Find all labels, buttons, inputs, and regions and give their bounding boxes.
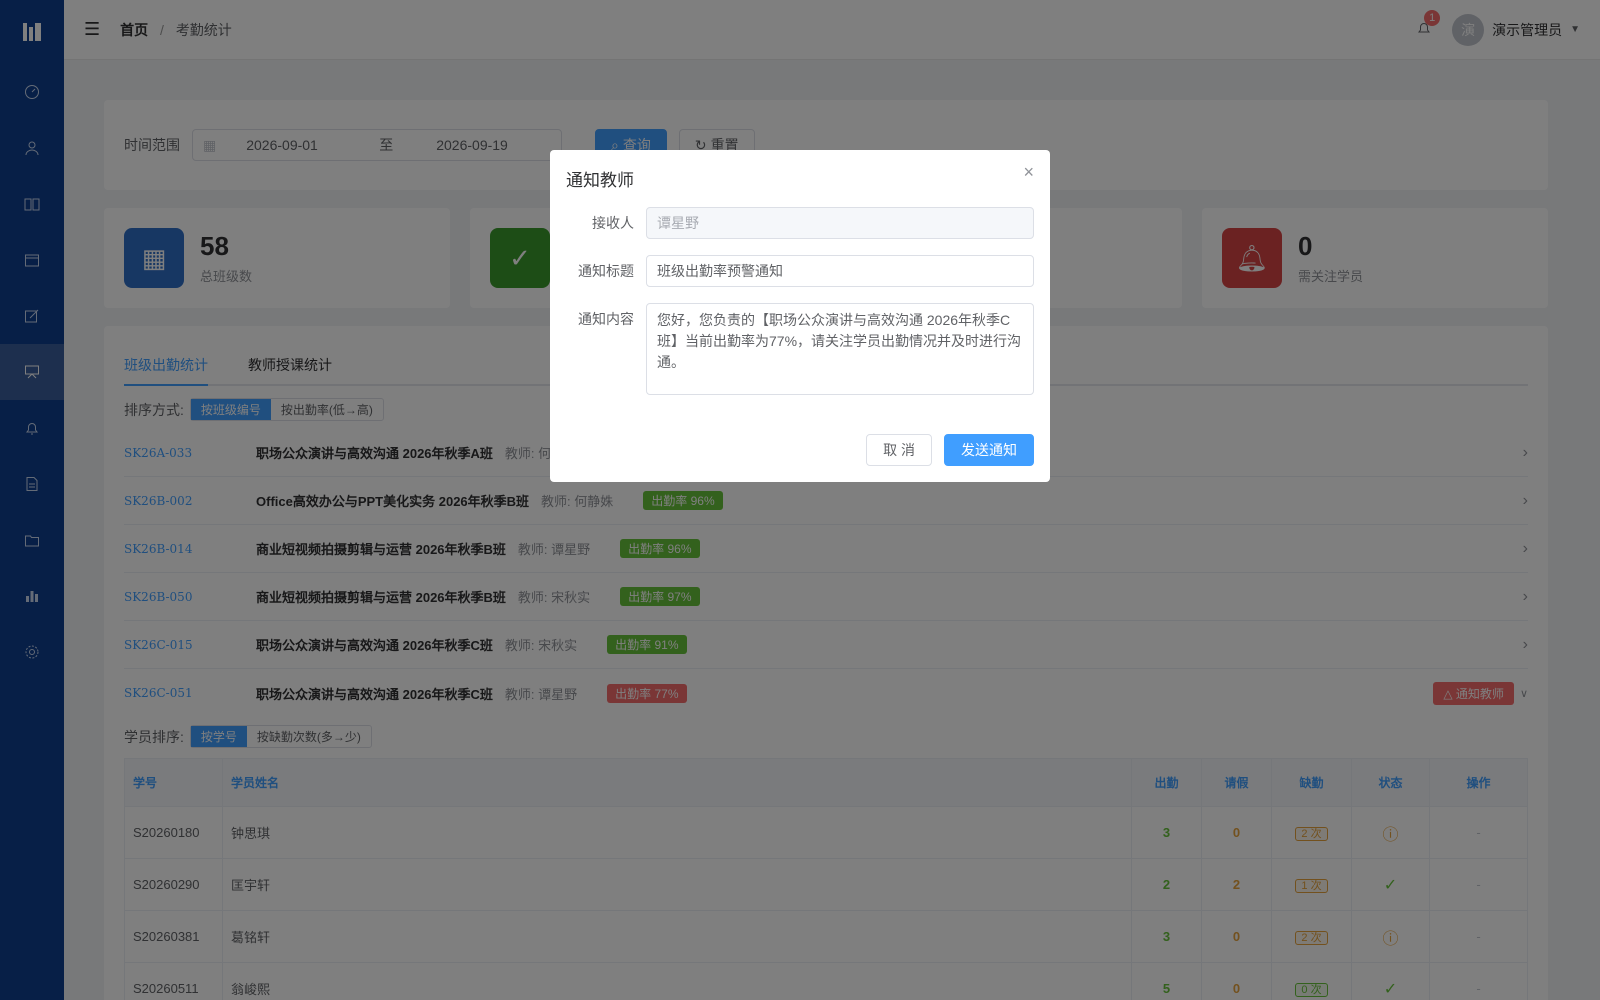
content-textarea[interactable]: 您好，您负责的【职场公众演讲与高效沟通 2026年秋季C班】当前出勤率为77%，… [646, 303, 1034, 395]
recipient-field: 谭星野 [646, 207, 1034, 239]
dialog-footer: 取 消 发送通知 [866, 434, 1034, 466]
notify-teacher-dialog: 通知教师 × 接收人 谭星野 通知标题 班级出勤率预警通知 通知内容 您好，您负… [550, 150, 1050, 482]
close-icon[interactable]: × [1023, 162, 1034, 183]
content-row: 通知内容 您好，您负责的【职场公众演讲与高效沟通 2026年秋季C班】当前出勤率… [566, 303, 1034, 395]
subject-field[interactable]: 班级出勤率预警通知 [646, 255, 1034, 287]
subject-label: 通知标题 [578, 263, 634, 279]
recipient-row: 接收人 谭星野 [566, 207, 1034, 239]
content-label: 通知内容 [578, 311, 634, 327]
send-notification-button[interactable]: 发送通知 [944, 434, 1034, 466]
cancel-button[interactable]: 取 消 [866, 434, 932, 466]
dialog-title: 通知教师 [566, 171, 634, 190]
subject-row: 通知标题 班级出勤率预警通知 [566, 255, 1034, 287]
recipient-label: 接收人 [592, 215, 634, 231]
